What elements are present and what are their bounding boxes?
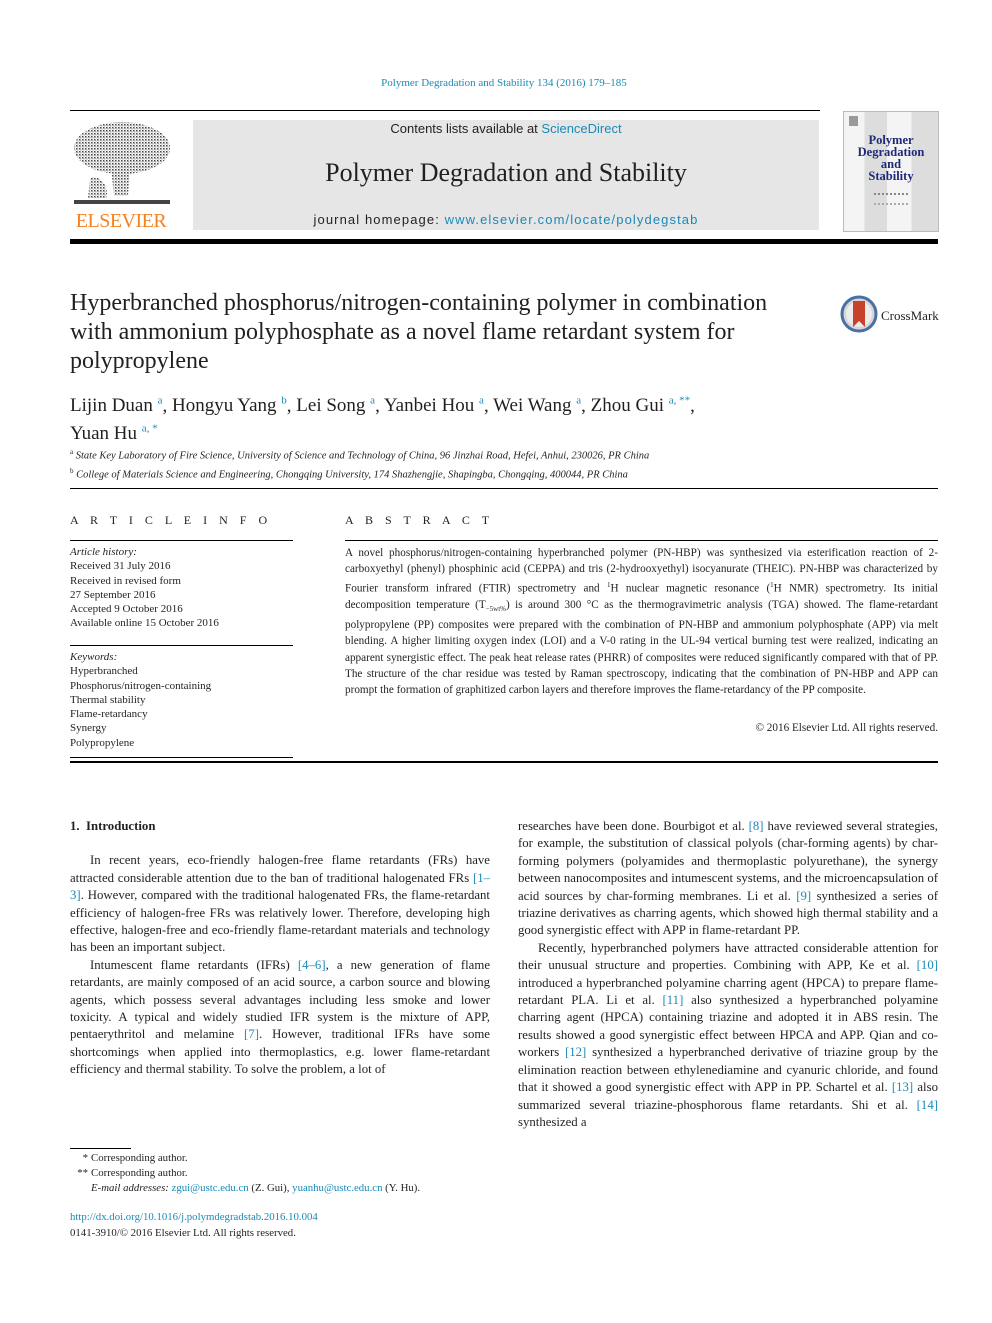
homepage-prefix: journal homepage:: [313, 212, 445, 227]
elsevier-wordmark: ELSEVIER: [75, 210, 167, 232]
history-item: Accepted 9 October 2016: [70, 603, 183, 616]
divider: [70, 488, 938, 489]
history-item: Available online 15 October 2016: [70, 617, 219, 630]
affiliation: b College of Materials Science and Engin…: [70, 466, 628, 481]
body-paragraph: In recent years, eco-friendly halogen-fr…: [70, 853, 490, 955]
author[interactable]: Hongyu Yang b: [172, 395, 287, 416]
keyword: Synergy: [70, 722, 107, 735]
author[interactable]: Lijin Duan a: [70, 395, 163, 416]
journal-cover-thumbnail[interactable]: Polymer Degradation and Stability: [843, 111, 939, 232]
elsevier-logo[interactable]: ELSEVIER: [70, 118, 172, 233]
divider: [345, 540, 938, 541]
history-item: Received 31 July 2016: [70, 560, 171, 573]
affiliation-mark[interactable]: a: [158, 395, 163, 407]
affiliation-mark[interactable]: a, **: [669, 395, 690, 407]
homepage-line: journal homepage: www.elsevier.com/locat…: [193, 212, 819, 227]
divider: [70, 540, 293, 541]
abstract-text: A novel phosphorus/nitrogen-containing h…: [345, 547, 938, 696]
affiliation-mark[interactable]: b: [281, 395, 287, 407]
keyword: Flame-retardancy: [70, 708, 148, 721]
journal-homepage-link[interactable]: www.elsevier.com/locate/polydegstab: [445, 212, 699, 227]
journal-citation-link[interactable]: Polymer Degradation and Stability 134 (2…: [0, 77, 992, 89]
author[interactable]: Yanbei Hou a: [384, 395, 484, 416]
author[interactable]: Yuan Hu a, *: [70, 422, 158, 443]
footnote: ** Corresponding author.: [77, 1167, 188, 1179]
body-column-left: 1. Introduction In recent years, eco-fri…: [70, 818, 490, 1079]
sciencedirect-link[interactable]: ScienceDirect: [541, 121, 621, 136]
affiliation-mark[interactable]: a: [479, 395, 484, 407]
citation-link[interactable]: [14]: [917, 1098, 938, 1112]
section-heading: 1. Introduction: [70, 819, 156, 833]
author-list: Lijin Duan a, Hongyu Yang b, Lei Song a,…: [70, 395, 695, 444]
footnote: * Corresponding author.: [82, 1152, 188, 1164]
footnotes: * Corresponding author. ** Corresponding a…: [70, 1151, 500, 1196]
affiliations: a State Key Laboratory of Fire Science, …: [70, 445, 930, 482]
citation-link[interactable]: [13]: [892, 1080, 913, 1094]
email-link[interactable]: yuanhu@ustc.edu.cn: [292, 1182, 382, 1194]
abstract-heading: A B S T R A C T: [345, 513, 494, 527]
citation-link[interactable]: [9]: [796, 889, 811, 903]
doi-block: http://dx.doi.org/10.1016/j.polymdegrads…: [70, 1210, 500, 1241]
issn-line: 0141-3910/© 2016 Elsevier Ltd. All right…: [70, 1226, 296, 1239]
divider: [70, 645, 293, 646]
affiliation-mark[interactable]: a: [576, 395, 581, 407]
crossmark-icon: [840, 295, 878, 333]
header-thick-rule: [70, 239, 938, 244]
citation-link[interactable]: [7]: [244, 1027, 259, 1041]
affiliation-mark[interactable]: a: [370, 395, 375, 407]
history-label: Article history:: [70, 546, 137, 558]
citation-link[interactable]: [1–3]: [70, 871, 490, 902]
author[interactable]: Wei Wang a: [493, 395, 581, 416]
affiliation: a State Key Laboratory of Fire Science, …: [70, 448, 650, 462]
body-column-right: researches have been done. Bourbigot et …: [518, 818, 938, 1131]
keyword: Thermal stability: [70, 693, 146, 706]
keywords: Keywords: Hyperbranched Phosphorus/nitro…: [70, 650, 295, 750]
article-title: Hyperbranched phosphorus/nitrogen-contai…: [70, 290, 768, 374]
history-item: 27 September 2016: [70, 588, 156, 601]
cover-title-line: Stability: [868, 169, 914, 183]
keyword: Polypropylene: [70, 736, 135, 749]
header-rule: [70, 110, 820, 111]
keyword: Phosphorus/nitrogen-containing: [70, 679, 212, 692]
body-paragraph: Intumescent flame retardants (IFRs) [4–6…: [70, 957, 490, 1077]
contents-line: Contents lists available at ScienceDirec…: [193, 121, 819, 136]
keywords-label: Keywords:: [70, 651, 118, 663]
body-paragraph: Recently, hyperbranched polymers have at…: [518, 940, 939, 1129]
article-history: Article history: Received 31 July 2016 R…: [70, 545, 295, 631]
author[interactable]: Lei Song a: [296, 395, 375, 416]
citation-link[interactable]: [11]: [663, 993, 684, 1007]
keyword: Hyperbranched: [70, 665, 138, 678]
article-info-heading: A R T I C L E I N F O: [70, 513, 272, 527]
journal-name: Polymer Degradation and Stability: [325, 158, 687, 187]
cover-elsevier-badge-icon: [849, 116, 858, 126]
body-paragraph: researches have been done. Bourbigot et …: [518, 819, 939, 938]
citation-link[interactable]: [8]: [749, 819, 764, 833]
doi-link[interactable]: http://dx.doi.org/10.1016/j.polymdegrads…: [70, 1211, 318, 1223]
history-item: Received in revised form: [70, 574, 181, 587]
abstract-copyright: © 2016 Elsevier Ltd. All rights reserved…: [755, 722, 939, 734]
email-label: E-mail addresses:: [91, 1182, 169, 1194]
email-addresses: E-mail addresses: zgui@ustc.edu.cn (Z. G…: [91, 1182, 421, 1194]
email-link[interactable]: zgui@ustc.edu.cn: [172, 1182, 249, 1194]
affiliation-mark[interactable]: a, *: [142, 422, 158, 434]
divider: [70, 757, 293, 758]
divider: [70, 761, 938, 763]
journal-banner: Contents lists available at ScienceDirec…: [193, 120, 819, 230]
cover-title: Polymer Degradation and Stability: [844, 134, 938, 183]
citation-link[interactable]: [10]: [917, 958, 938, 972]
citation-link[interactable]: [12]: [565, 1045, 586, 1059]
citation-link[interactable]: [4–6]: [298, 958, 326, 972]
crossmark-label: CrossMark: [881, 308, 939, 323]
elsevier-tree-icon: [74, 122, 170, 204]
footnote-rule: [70, 1148, 131, 1149]
author[interactable]: Zhou Gui a, **: [591, 395, 691, 416]
cover-fine-print: [874, 193, 908, 205]
crossmark-button[interactable]: CrossMark: [840, 295, 940, 335]
contents-prefix: Contents lists available at: [390, 121, 542, 136]
